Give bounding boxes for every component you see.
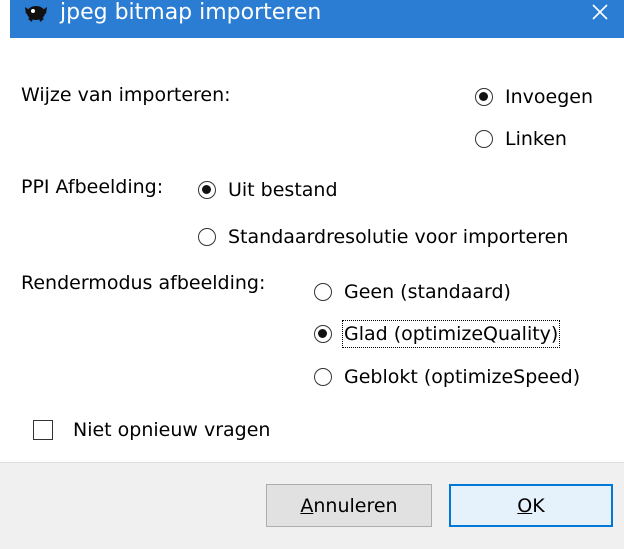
ok-mnemonic: O xyxy=(517,494,533,517)
radio-uit-bestand[interactable]: Uit bestand xyxy=(198,177,338,203)
radio-uit-bestand-label: Uit bestand xyxy=(228,179,338,201)
radio-button[interactable] xyxy=(198,228,216,246)
ok-label-rest: K xyxy=(532,494,545,517)
dont-ask-checkbox[interactable]: Niet opnieuw vragen xyxy=(33,417,270,443)
import-mode-label: Wijze van importeren: xyxy=(21,84,231,106)
close-icon[interactable] xyxy=(590,2,610,22)
cancel-mnemonic: A xyxy=(300,494,314,517)
dont-ask-label: Niet opnieuw vragen xyxy=(73,419,271,441)
radio-button[interactable] xyxy=(314,368,332,386)
radio-invoegen-label: Invoegen xyxy=(505,86,593,108)
radio-geblokt-label: Geblokt (optimizeSpeed) xyxy=(344,366,581,388)
checkbox[interactable] xyxy=(33,420,53,440)
radio-geen[interactable]: Geen (standaard) xyxy=(314,279,511,305)
window-title: jpeg bitmap importeren xyxy=(60,0,322,25)
radio-geblokt[interactable]: Geblokt (optimizeSpeed) xyxy=(314,364,580,390)
radio-linken[interactable]: Linken xyxy=(475,126,567,152)
inkscape-icon xyxy=(25,6,47,22)
radio-standaardresolutie[interactable]: Standaardresolutie voor importeren xyxy=(198,224,568,250)
radio-button-checked[interactable] xyxy=(314,325,332,343)
radio-geen-label: Geen (standaard) xyxy=(344,281,511,303)
radio-invoegen[interactable]: Invoegen xyxy=(475,84,593,110)
radio-glad[interactable]: Glad (optimizeQuality) xyxy=(314,320,561,348)
radio-standaardresolutie-label: Standaardresolutie voor importeren xyxy=(228,226,569,248)
radio-button-checked[interactable] xyxy=(198,181,216,199)
title-bar[interactable]: jpeg bitmap importeren xyxy=(10,0,624,38)
import-dialog: jpeg bitmap importeren Wijze van importe… xyxy=(0,0,624,549)
radio-linken-label: Linken xyxy=(505,128,567,150)
radio-button[interactable] xyxy=(314,283,332,301)
radio-glad-label: Glad (optimizeQuality) xyxy=(341,320,561,348)
radio-button[interactable] xyxy=(475,130,493,148)
render-mode-label: Rendermodus afbeelding: xyxy=(21,272,266,294)
cancel-button[interactable]: Annuleren xyxy=(266,484,432,527)
cancel-label-rest: nnuleren xyxy=(313,494,398,517)
ppi-label: PPI Afbeelding: xyxy=(21,176,164,198)
radio-button-checked[interactable] xyxy=(475,88,493,106)
ok-button[interactable]: OK xyxy=(449,484,613,527)
